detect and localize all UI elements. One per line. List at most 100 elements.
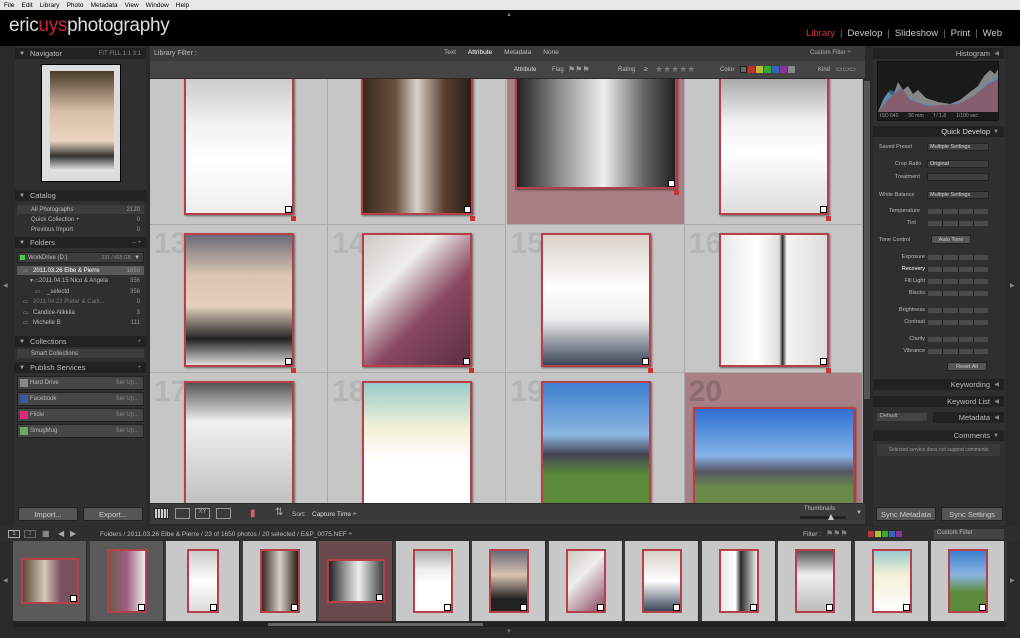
publish-service-item[interactable]: Hard Drive Set Up... [17, 376, 144, 390]
photo-thumbnail[interactable] [540, 233, 651, 367]
back-arrow-icon[interactable]: ◀ [58, 529, 64, 538]
left-panel-toggle-icon[interactable]: ◀ [3, 282, 8, 289]
survey-view-icon[interactable] [216, 508, 231, 519]
qd-slider-clarity[interactable] [928, 337, 988, 342]
grid-cell[interactable] [150, 79, 328, 225]
filmstrip-right-arrow-icon[interactable]: ▶ [1010, 577, 1015, 584]
folder-item[interactable]: ▭ _selectd 356 [17, 287, 144, 296]
filmstrip-thumbnail[interactable] [701, 541, 776, 621]
qd-slider-brightness[interactable] [928, 308, 988, 313]
filmstrip-thumbnail[interactable] [242, 541, 317, 621]
filmstrip-thumbnail[interactable] [395, 541, 470, 621]
grid-cell[interactable]: 14 [328, 225, 507, 373]
menu-library[interactable]: Library [40, 2, 60, 9]
qd-slider-exposure[interactable] [928, 255, 988, 260]
photo-thumbnail[interactable] [692, 407, 855, 503]
menu-file[interactable]: File [4, 2, 14, 9]
qd-slider-recovery[interactable] [928, 267, 988, 272]
screen-2-icon[interactable]: 2 [24, 530, 36, 538]
module-slideshow[interactable]: Slideshow [895, 28, 938, 39]
custom-filter-select[interactable]: Custom Filter ÷ [810, 50, 851, 56]
develop-badge-icon[interactable] [819, 358, 827, 365]
catalog-item[interactable]: All Photographs 2120 [17, 205, 144, 214]
photo-thumbnail[interactable] [361, 79, 474, 215]
top-panel-toggle-icon[interactable]: ▲ [506, 12, 512, 18]
filmstrip-thumbnail[interactable] [548, 541, 623, 621]
grid-cell[interactable]: 15 [506, 225, 685, 373]
grid-cell[interactable]: 20 [684, 373, 863, 503]
import-button[interactable]: Import... [18, 507, 78, 521]
filmstrip-flag-icons[interactable]: ⚑⚑⚑ [826, 529, 848, 538]
keyword-list-header[interactable]: Keyword List ◀ [873, 396, 1004, 407]
photo-thumbnail[interactable] [184, 233, 294, 367]
sort-select[interactable]: Capture Time ÷ [312, 511, 356, 518]
flag-filter-icons[interactable]: ⚑⚑⚑ [568, 65, 590, 74]
reset-all-button[interactable]: Reset All [947, 362, 987, 371]
filmstrip-thumbnail[interactable] [166, 541, 240, 621]
white-balance-select[interactable]: Multiple Settings [927, 191, 989, 199]
catalog-item[interactable]: Previous Import 0 [17, 225, 144, 234]
develop-badge-icon[interactable] [641, 358, 649, 365]
filmstrip-color-filters[interactable] [868, 531, 902, 537]
develop-badge-icon[interactable] [285, 358, 292, 365]
smart-collections-item[interactable]: Smart Collections [17, 349, 144, 358]
photo-thumbnail[interactable] [362, 381, 473, 503]
menu-edit[interactable]: Edit [21, 2, 32, 9]
grid-cell[interactable]: 19 [507, 373, 685, 503]
module-web[interactable]: Web [983, 28, 1002, 39]
filter-tab-attribute[interactable]: Attribute [468, 49, 492, 56]
sort-direction-icon[interactable]: ⇅ [275, 507, 283, 518]
metadata-preset-select[interactable]: Default [877, 413, 927, 421]
filter-tab-metadata[interactable]: Metadata [504, 49, 531, 56]
photo-thumbnail[interactable] [184, 381, 294, 503]
add-folder-icon[interactable]: – + [132, 240, 141, 246]
rating-operator[interactable]: ≥ [644, 66, 648, 73]
qd-slider-blacks[interactable] [928, 291, 988, 296]
setup-link[interactable]: Set Up... [116, 380, 139, 386]
filmstrip-thumbnail[interactable] [625, 541, 699, 621]
filmstrip-thumbnail[interactable] [319, 541, 393, 621]
folder-item[interactable]: ▭ Michelle B 111 [17, 319, 144, 328]
color-label-filters[interactable] [740, 66, 795, 73]
comments-header[interactable]: Comments ▼ [873, 430, 1004, 441]
module-print[interactable]: Print [951, 28, 971, 39]
qd-slider-fill-light[interactable] [928, 279, 988, 284]
export-button[interactable]: Export... [83, 507, 143, 521]
tint-slider[interactable] [928, 221, 988, 226]
metadata-header[interactable]: Metadata ◀ [933, 412, 1004, 423]
filmstrip-left-arrow-icon[interactable]: ◀ [3, 577, 8, 584]
kind-filter-icons[interactable]: ▭▭▭ [836, 65, 856, 73]
thumbnail-size-slider[interactable] [800, 514, 846, 520]
photo-thumbnail[interactable] [540, 381, 651, 503]
drive-row[interactable]: WorkDrive (D:) 331 / 465 GB ▼ [17, 252, 144, 263]
setup-link[interactable]: Set Up... [116, 412, 139, 418]
develop-badge-icon[interactable] [667, 180, 675, 187]
folder-item[interactable]: ▭ 2011.04.23 Pieter & Carli... 0 [17, 298, 144, 307]
folder-item[interactable]: ▼▭ 2011.04.15 Nico & Angela 356 [17, 277, 144, 286]
grid-cell[interactable]: 18 [328, 373, 507, 503]
menu-metadata[interactable]: Metadata [91, 2, 118, 9]
publish-service-item[interactable]: Flickr Set Up... [17, 408, 144, 422]
folder-item[interactable]: ▭ 2011.03.26 Elbe & Pierre 1650 [17, 266, 144, 275]
setup-link[interactable]: Set Up... [116, 396, 139, 402]
catalog-header[interactable]: ▼ Catalog [15, 190, 146, 201]
photo-thumbnail[interactable] [362, 233, 473, 367]
filmstrip-thumbnail[interactable] [931, 541, 1005, 621]
screen-1-icon[interactable]: 1 [8, 530, 20, 538]
develop-badge-icon[interactable] [819, 206, 827, 213]
setup-link[interactable]: Set Up... [116, 428, 139, 434]
grid-cell[interactable] [328, 79, 507, 225]
keywording-header[interactable]: Keywording ◀ [873, 379, 1004, 390]
histogram-header[interactable]: Histogram ◀ [873, 48, 1004, 59]
filmstrip-source[interactable]: Folders / 2011.03.26 Elbe & Pierre / 23 … [100, 531, 352, 538]
add-service-icon[interactable]: + [137, 365, 141, 371]
rating-stars-icon[interactable]: ★★★★★ [655, 64, 695, 75]
catalog-item[interactable]: Quick Collection + 0 [17, 215, 144, 224]
filter-tab-text[interactable]: Text [444, 49, 456, 56]
quick-develop-header[interactable]: Quick Develop ▼ [873, 126, 1004, 137]
folder-item[interactable]: ▭ Candice-Nikkila 3 [17, 308, 144, 317]
filmstrip-custom-filter[interactable]: Custom Filter [934, 529, 1004, 539]
filmstrip-thumbnail[interactable] [472, 541, 546, 621]
forward-arrow-icon[interactable]: ▶ [70, 529, 76, 538]
navigator-header[interactable]: ▼ Navigator FIT FILL 1:1 3:1 [15, 48, 146, 59]
